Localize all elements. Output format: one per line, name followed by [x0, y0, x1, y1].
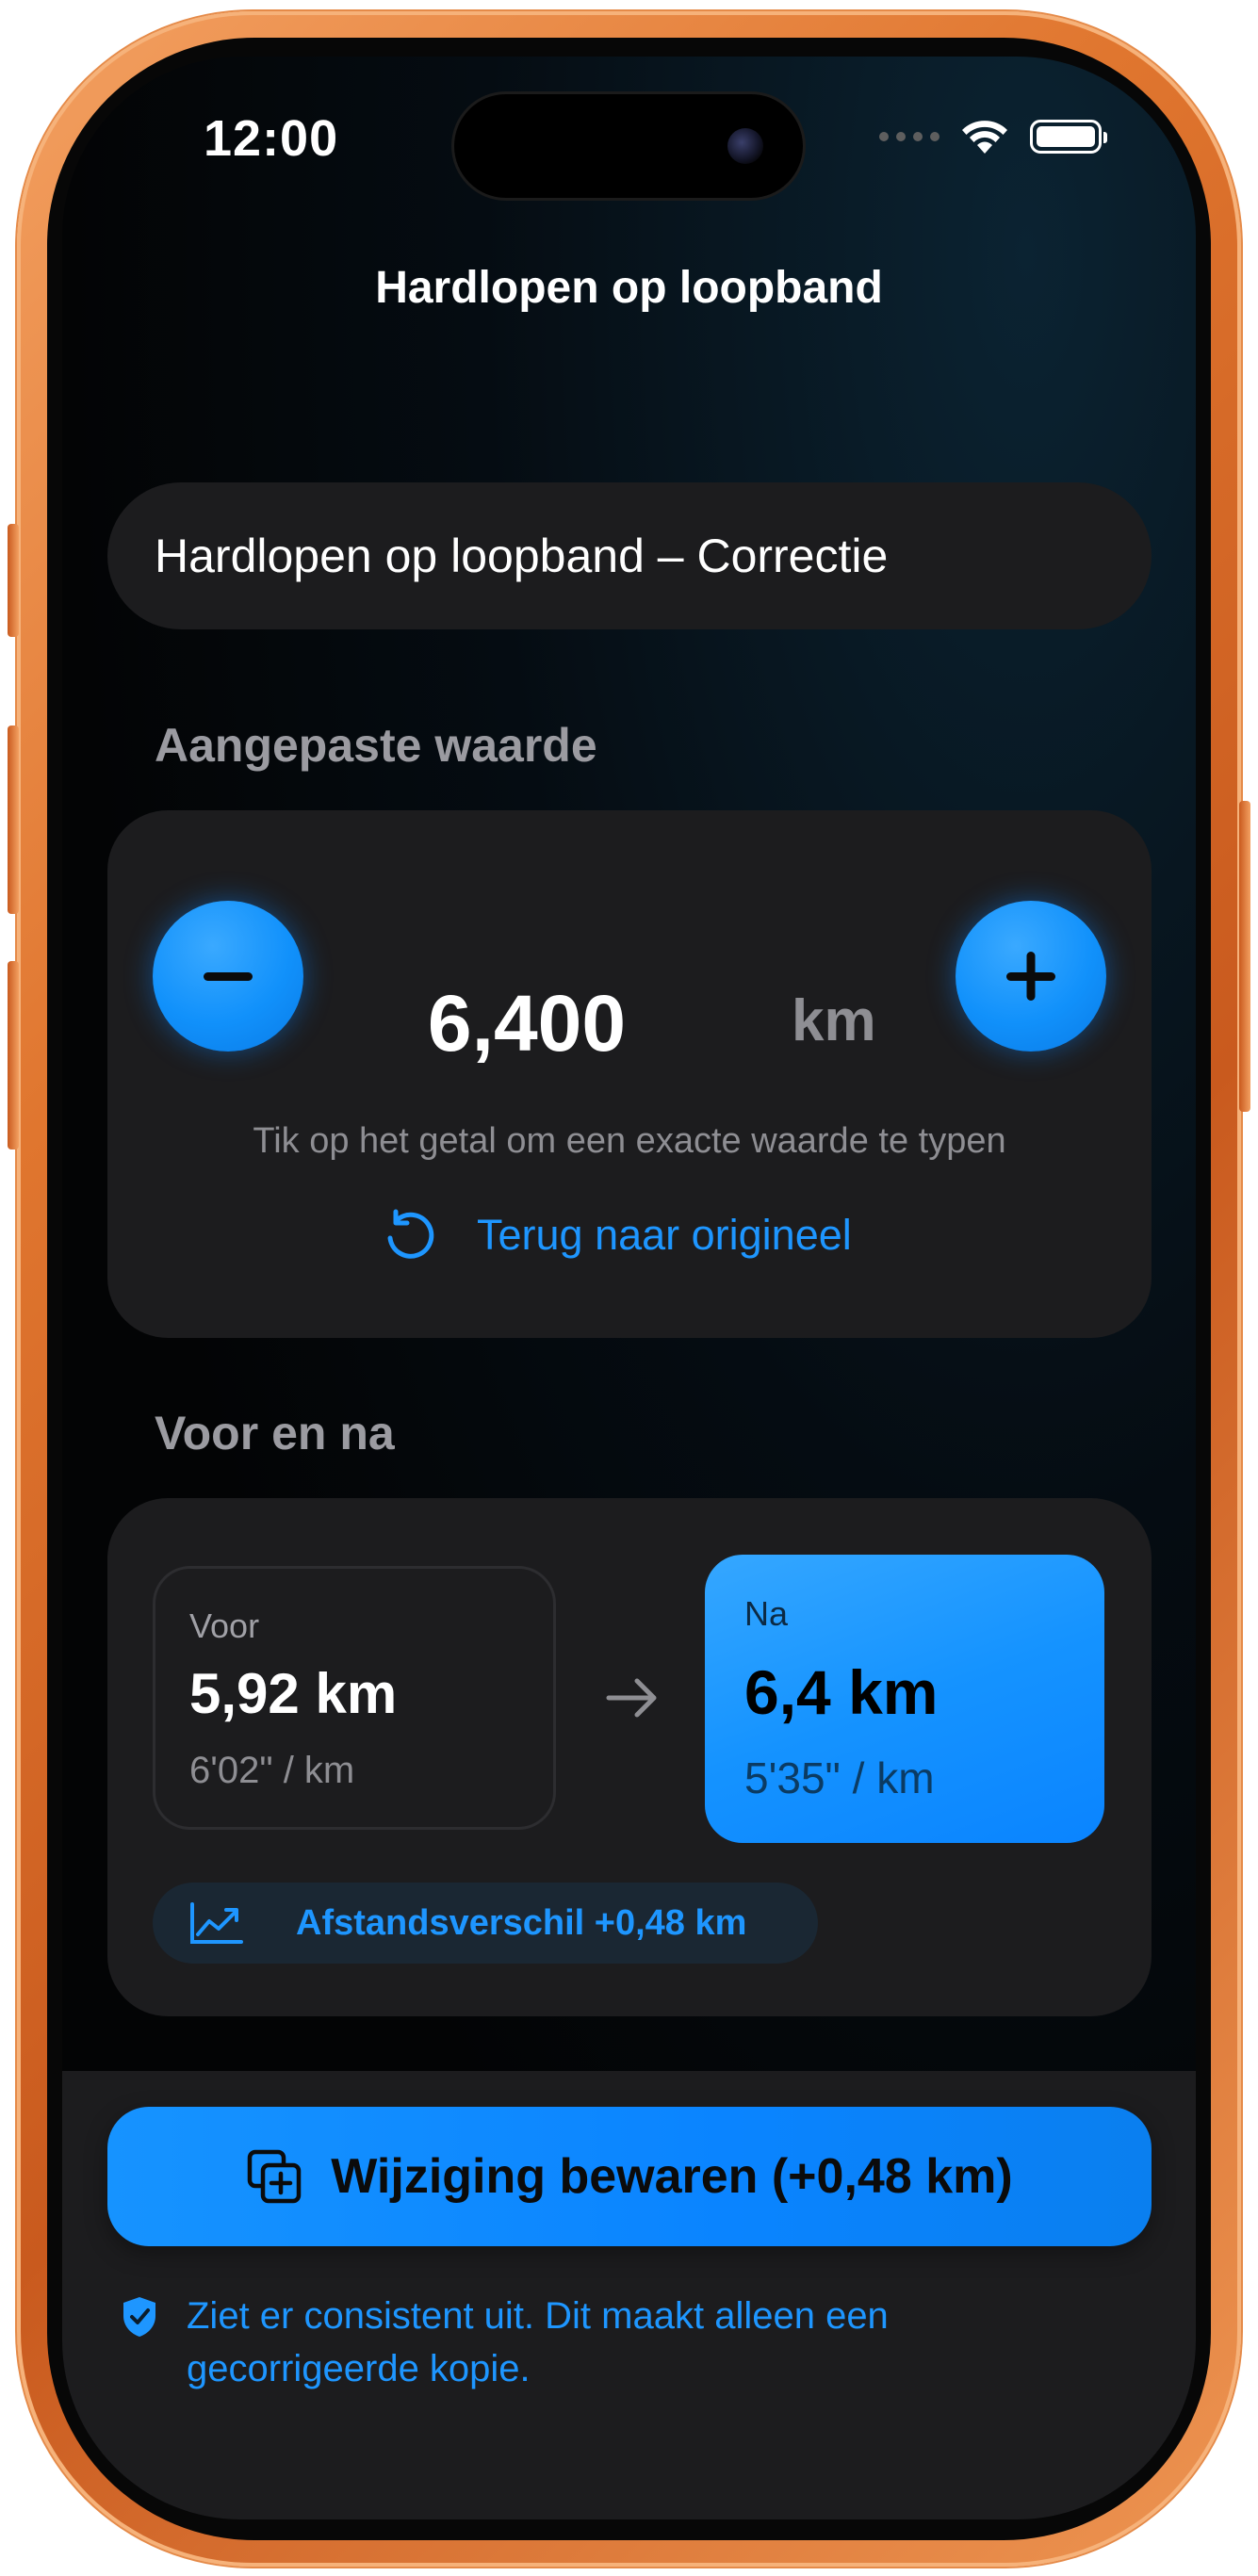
arrow-right-icon — [606, 1678, 657, 1718]
action-button — [8, 524, 19, 637]
bottom-panel: Wijziging bewaren (+0,48 km) Ziet er con… — [62, 2071, 1196, 2519]
comparison-label: Voor en na — [155, 1407, 395, 1459]
comparison-card: Voor 5,92 km 6'02" / km Na 6,4 km 5'35" … — [107, 1498, 1152, 2016]
revert-icon — [387, 1209, 434, 1259]
save-button[interactable]: Wijziging bewaren (+0,48 km) — [107, 2107, 1152, 2246]
before-pace: 6'02" / km — [189, 1750, 355, 1791]
screen: 12:00 Hardlopen op loopband Hardlopen op… — [62, 57, 1196, 2519]
battery-icon — [1030, 120, 1107, 154]
cellular-signal-icon — [879, 132, 939, 141]
adjusted-value-label: Aangepaste waarde — [155, 719, 597, 772]
info-text: Ziet er consistent uit. Dit maakt alleen… — [187, 2295, 889, 2389]
workout-name-field[interactable]: Hardlopen op loopband – Correctie — [107, 482, 1152, 629]
dynamic-island — [454, 94, 803, 198]
before-box: Voor 5,92 km 6'02" / km — [153, 1566, 556, 1830]
distance-unit: km — [792, 988, 876, 1053]
wifi-icon — [962, 121, 1007, 154]
after-box: Na 6,4 km 5'35" / km — [705, 1555, 1104, 1843]
save-label: Wijziging bewaren (+0,48 km) — [331, 2149, 1013, 2204]
revert-label: Terug naar origineel — [477, 1211, 852, 1259]
minus-icon — [204, 972, 253, 981]
after-label: Na — [744, 1594, 789, 1633]
workout-name-value: Hardlopen op loopband – Correctie — [155, 530, 889, 582]
page-title: Hardlopen op loopband — [375, 263, 883, 313]
hint-text: Tik op het getal om een exacte waarde te… — [253, 1121, 1006, 1161]
revert-button[interactable]: Terug naar origineel — [381, 1206, 852, 1264]
after-value: 6,4 km — [744, 1657, 939, 1727]
volume-up-button — [8, 726, 19, 914]
difference-text: Afstandsverschil +0,48 km — [296, 1902, 747, 1943]
power-button — [1239, 801, 1250, 1112]
copy-plus-icon — [248, 2149, 302, 2204]
status-time: 12:00 — [204, 110, 339, 167]
info-row: Ziet er consistent uit. Dit maakt alleen… — [121, 2290, 1119, 2395]
shield-check-icon — [123, 2297, 155, 2337]
volume-down-button — [8, 961, 19, 1149]
difference-badge: Afstandsverschil +0,48 km — [153, 1883, 818, 1964]
adjusted-value-card: 6,400 km Tik op het getal om een exacte … — [107, 810, 1152, 1338]
increment-button[interactable] — [956, 901, 1106, 1052]
trend-up-icon — [190, 1902, 243, 1944]
before-label: Voor — [189, 1606, 260, 1645]
before-value: 5,92 km — [189, 1662, 398, 1725]
after-pace: 5'35" / km — [744, 1753, 935, 1802]
plus-icon — [1006, 952, 1055, 1001]
camera-icon — [727, 128, 763, 164]
decrement-button[interactable] — [153, 901, 303, 1052]
distance-value[interactable]: 6,400 — [409, 978, 645, 1069]
status-icons — [879, 115, 1107, 158]
